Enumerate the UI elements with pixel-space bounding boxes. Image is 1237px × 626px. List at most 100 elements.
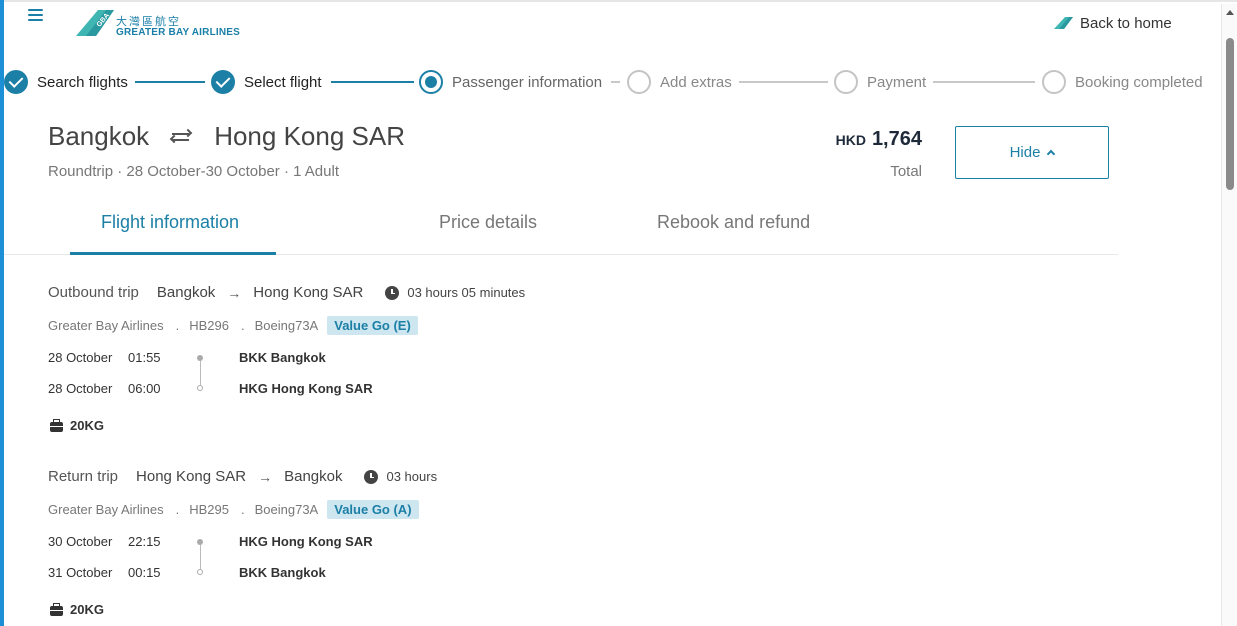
return-baggage: 20KG <box>50 602 104 617</box>
step-add-extras: Add extras <box>627 68 732 96</box>
scrollbar-thumb[interactable] <box>1226 38 1234 190</box>
arrival-date: 31 October <box>48 565 113 580</box>
step-label: Passenger information <box>452 73 603 91</box>
step-label: Payment <box>867 73 927 91</box>
step-label: Add extras <box>660 73 732 91</box>
trip-to: Hong Kong SAR <box>253 284 364 301</box>
step-pending-circle-icon <box>834 70 858 94</box>
hide-details-button[interactable]: Hide <box>955 126 1109 179</box>
clock-icon <box>385 285 400 300</box>
airline-logo[interactable]: GBA 大灣區航空 GREATER BAY AIRLINES <box>76 8 246 40</box>
separator-dot: . <box>240 318 245 333</box>
gba-tail-small-icon <box>1054 17 1073 29</box>
airport-city: Bangkok <box>270 565 326 580</box>
arrow-right-icon: → <box>258 468 273 485</box>
baggage-allowance: 20KG <box>70 602 104 617</box>
step-label: Booking completed <box>1075 73 1203 91</box>
step-completed-check-icon <box>4 70 28 94</box>
route-summary: Bangkok Hong Kong SAR <box>48 121 405 152</box>
airport-code: HKG <box>239 534 268 549</box>
aircraft-type: Boeing73A <box>254 502 319 517</box>
return-arrival-row: 31 October 00:15 BKK Bangkok <box>48 565 326 580</box>
price-amount: 1,764 <box>871 128 922 150</box>
outbound-baggage: 20KG <box>50 418 104 433</box>
total-price: HKD 1,764 <box>836 128 922 151</box>
airport-city: Hong Kong SAR <box>271 534 373 549</box>
tab-rebook-and-refund[interactable]: Rebook and refund <box>657 212 810 233</box>
back-to-home-label: Back to home <box>1080 14 1172 32</box>
step-connector <box>739 81 828 83</box>
baggage-icon <box>50 418 63 432</box>
return-departure-row: 30 October 22:15 HKG Hong Kong SAR <box>48 534 373 549</box>
arrival-date: 28 October <box>48 381 113 396</box>
hamburger-menu-icon[interactable] <box>28 9 43 23</box>
step-pending-circle-icon <box>1042 70 1066 94</box>
departure-date: 28 October <box>48 350 113 365</box>
baggage-icon <box>50 602 63 616</box>
arrival-time: 06:00 <box>128 381 161 396</box>
step-completed-check-icon <box>211 70 235 94</box>
step-passenger-information: Passenger information <box>419 68 602 96</box>
step-search-flights[interactable]: Search flights <box>4 68 128 96</box>
flight-number: HB296 <box>189 318 229 333</box>
step-select-flight[interactable]: Select flight <box>211 68 322 96</box>
airport-code: BKK <box>239 350 268 365</box>
vertical-scrollbar[interactable] <box>1221 4 1237 626</box>
step-payment: Payment <box>834 68 926 96</box>
departure-airport: BKK Bangkok <box>239 350 326 365</box>
gba-tail-logo-icon: GBA <box>76 10 114 36</box>
destination-city: Hong Kong SAR <box>214 121 405 151</box>
step-label: Select flight <box>244 73 322 91</box>
trip-duration: 03 hours 05 minutes <box>407 285 526 300</box>
window-top-border <box>0 0 1237 2</box>
step-label: Search flights <box>37 73 128 91</box>
airport-city: Bangkok <box>270 350 326 365</box>
logo-english-text: GREATER BAY AIRLINES <box>116 27 241 38</box>
step-connector <box>135 81 205 83</box>
total-label: Total <box>890 163 922 180</box>
tab-flight-information[interactable]: Flight information <box>101 212 239 233</box>
departure-date: 30 October <box>48 534 113 549</box>
roundtrip-swap-icon <box>169 128 193 145</box>
step-connector <box>611 81 620 83</box>
trip-from: Bangkok <box>156 284 216 301</box>
baggage-allowance: 20KG <box>70 418 104 433</box>
trip-kind: Return trip <box>48 468 119 485</box>
separator-dot: . <box>240 502 245 517</box>
fare-badge: Value Go (A) <box>327 500 419 519</box>
separator-dot: . <box>175 318 180 333</box>
origin-city: Bangkok <box>48 121 150 151</box>
outbound-trip-header: Outbound trip Bangkok → Hong Kong SAR 03… <box>48 284 525 301</box>
step-connector <box>331 81 414 83</box>
airline-name: Greater Bay Airlines <box>48 318 164 333</box>
trip-meta: Roundtrip · 28 October-30 October · 1 Ad… <box>48 163 339 180</box>
step-pending-circle-icon <box>627 70 651 94</box>
scroll-up-arrow-icon[interactable] <box>1226 10 1234 15</box>
arrow-right-icon: → <box>227 284 242 301</box>
active-tab-indicator <box>70 252 276 255</box>
back-to-home-link[interactable]: Back to home <box>1054 12 1172 34</box>
arrival-airport: BKK Bangkok <box>239 565 326 580</box>
airline-name: Greater Bay Airlines <box>48 502 164 517</box>
departure-time: 01:55 <box>128 350 161 365</box>
airport-code: HKG <box>239 381 268 396</box>
flight-number: HB295 <box>189 502 229 517</box>
airport-code: BKK <box>239 565 268 580</box>
trip-kind: Outbound trip <box>48 284 139 301</box>
departure-airport: HKG Hong Kong SAR <box>239 534 373 549</box>
arrival-airport: HKG Hong Kong SAR <box>239 381 373 396</box>
outbound-arrival-row: 28 October 06:00 HKG Hong Kong SAR <box>48 381 373 396</box>
trip-duration: 03 hours <box>386 469 438 484</box>
airport-city: Hong Kong SAR <box>271 381 373 396</box>
chevron-up-icon <box>1047 149 1056 159</box>
outbound-flight-details: Greater Bay Airlines . HB296 . Boeing73A… <box>48 316 418 335</box>
step-booking-completed: Booking completed <box>1042 68 1203 96</box>
fare-badge: Value Go (E) <box>327 316 418 335</box>
tab-price-details[interactable]: Price details <box>439 212 537 233</box>
clock-icon <box>364 469 379 484</box>
hide-button-label: Hide <box>1009 144 1041 161</box>
step-connector <box>933 81 1035 83</box>
return-flight-details: Greater Bay Airlines . HB295 . Boeing73A… <box>48 500 419 519</box>
arrival-time: 00:15 <box>128 565 161 580</box>
price-currency: HKD <box>835 132 866 148</box>
